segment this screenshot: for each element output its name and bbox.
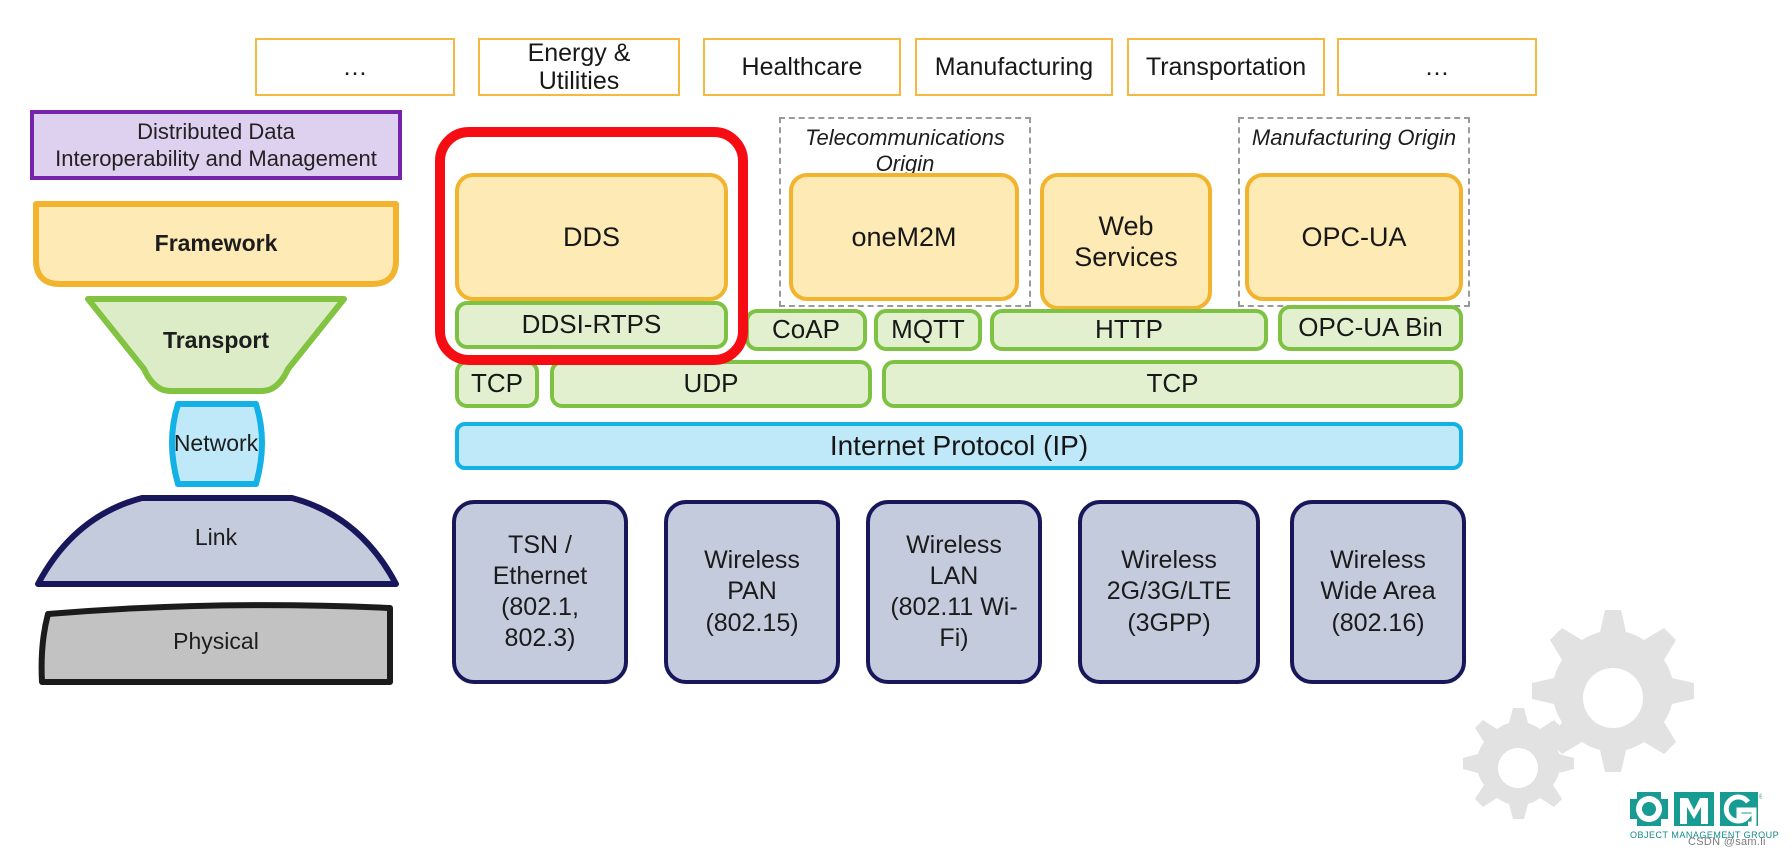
link-box-label-line2: Ethernet [492, 561, 588, 590]
diagram-canvas: … Energy & Utilities Healthcare Manufact… [0, 0, 1792, 860]
framework-box-opc-ua[interactable]: OPC-UA [1245, 173, 1463, 301]
session-box-label: TCP [471, 368, 523, 399]
omg-logo: ® OBJECT MANAGEMENT GROUP [1630, 790, 1779, 840]
domain-tab-placeholder-right[interactable]: … [1337, 38, 1537, 96]
domain-tab-label-line2: Utilities [538, 67, 620, 95]
framework-box-label: OPC-UA [1301, 221, 1407, 252]
link-box-wireless-lan[interactable]: Wireless LAN (802.11 Wi- Fi) [866, 500, 1042, 684]
layer-transport: Transport [30, 295, 402, 395]
transport-box-label: DDSI-RTPS [521, 309, 662, 340]
link-box-wireless-wide-area[interactable]: Wireless Wide Area (802.16) [1290, 500, 1466, 684]
layer-link: Link [30, 492, 402, 590]
framework-box-web-services[interactable]: Web Services [1040, 173, 1212, 310]
link-box-label-line1: Wireless [1330, 546, 1426, 575]
session-box-label: UDP [683, 368, 739, 399]
origin-group-label: Manufacturing Origin [1251, 125, 1457, 150]
link-box-label-line4: Fi) [939, 624, 969, 653]
network-box-internet-protocol[interactable]: Internet Protocol (IP) [455, 422, 1463, 470]
transport-box-label: CoAP [772, 314, 840, 345]
transport-box-label: HTTP [1095, 314, 1163, 345]
csdn-watermark: CSDN @sam.li [1688, 836, 1766, 848]
domain-tab-label: Transportation [1145, 53, 1307, 81]
transport-box-label: OPC-UA Bin [1298, 312, 1443, 343]
omg-logo-mark: ® [1630, 792, 1765, 827]
link-box-label-line3: (802.16) [1331, 608, 1425, 637]
layer-distributed-data-interoperability: Distributed Data Interoperability and Ma… [30, 110, 402, 180]
framework-box-dds[interactable]: DDS [455, 173, 728, 301]
domain-tab-label: Manufacturing [934, 53, 1094, 81]
domain-tab-label: … [1424, 53, 1450, 81]
domain-tab-label: … [342, 53, 368, 81]
domain-tab-label: Healthcare [741, 53, 863, 81]
domain-tab-transportation[interactable]: Transportation [1127, 38, 1325, 96]
layer-physical: Physical [30, 598, 402, 688]
network-box-label: Internet Protocol (IP) [829, 430, 1089, 462]
session-box-tcp-left[interactable]: TCP [455, 360, 539, 408]
link-box-label-line3: (802.15) [705, 608, 799, 637]
link-box-label-line1: Wireless [1121, 546, 1217, 575]
domain-tab-energy-utilities[interactable]: Energy & Utilities [478, 38, 680, 96]
svg-text:®: ® [1759, 793, 1762, 801]
link-box-label-line1: TSN / [508, 530, 572, 559]
link-box-label-line1: Wireless [906, 530, 1002, 559]
link-box-label-line2: Wide Area [1320, 577, 1436, 606]
link-box-label-line3: (802.1, [501, 593, 579, 621]
framework-box-label: DDS [562, 221, 620, 252]
link-box-wireless-cellular[interactable]: Wireless 2G/3G/LTE (3GPP) [1078, 500, 1260, 684]
session-box-tcp-right[interactable]: TCP [882, 360, 1463, 408]
link-box-label-line2: 2G/3G/LTE [1106, 577, 1232, 606]
domain-tab-healthcare[interactable]: Healthcare [703, 38, 901, 96]
transport-box-opc-ua-bin[interactable]: OPC-UA Bin [1278, 305, 1463, 351]
link-box-wireless-pan[interactable]: Wireless PAN (802.15) [664, 500, 840, 684]
link-box-tsn-ethernet[interactable]: TSN / Ethernet (802.1, 802.3) [452, 500, 628, 684]
framework-box-onem2m[interactable]: oneM2M [789, 173, 1019, 301]
transport-box-ddsi-rtps[interactable]: DDSI-RTPS [455, 301, 728, 349]
framework-box-label-line2: Services [1074, 241, 1178, 272]
ddim-label-line1: Distributed Data [137, 118, 295, 144]
link-box-label-line3: (802.11 Wi- [890, 593, 1018, 621]
transport-box-label: MQTT [891, 314, 965, 345]
framework-box-label-line1: Web [1098, 211, 1154, 242]
framework-box-label: oneM2M [851, 221, 957, 252]
layer-network: Network [30, 400, 402, 488]
transport-box-mqtt[interactable]: MQTT [874, 309, 982, 351]
link-box-label-line2: PAN [727, 577, 777, 606]
transport-box-http[interactable]: HTTP [990, 309, 1268, 351]
link-box-label-line4: 802.3) [504, 624, 576, 653]
origin-group-label: Telecommunications Origin [805, 125, 1005, 176]
link-box-label-line3: (3GPP) [1127, 608, 1211, 637]
domain-tab-placeholder-left[interactable]: … [255, 38, 455, 96]
layer-framework: Framework [30, 200, 402, 288]
link-box-label-line1: Wireless [704, 546, 800, 575]
session-box-udp[interactable]: UDP [550, 360, 872, 408]
transport-box-coap[interactable]: CoAP [745, 309, 867, 351]
domain-tab-label-line1: Energy & [527, 39, 631, 67]
ddim-label-line2: Interoperability and Management [55, 146, 377, 171]
session-box-label: TCP [1146, 368, 1199, 399]
link-box-label-line2: LAN [929, 561, 979, 590]
domain-tab-manufacturing[interactable]: Manufacturing [915, 38, 1113, 96]
